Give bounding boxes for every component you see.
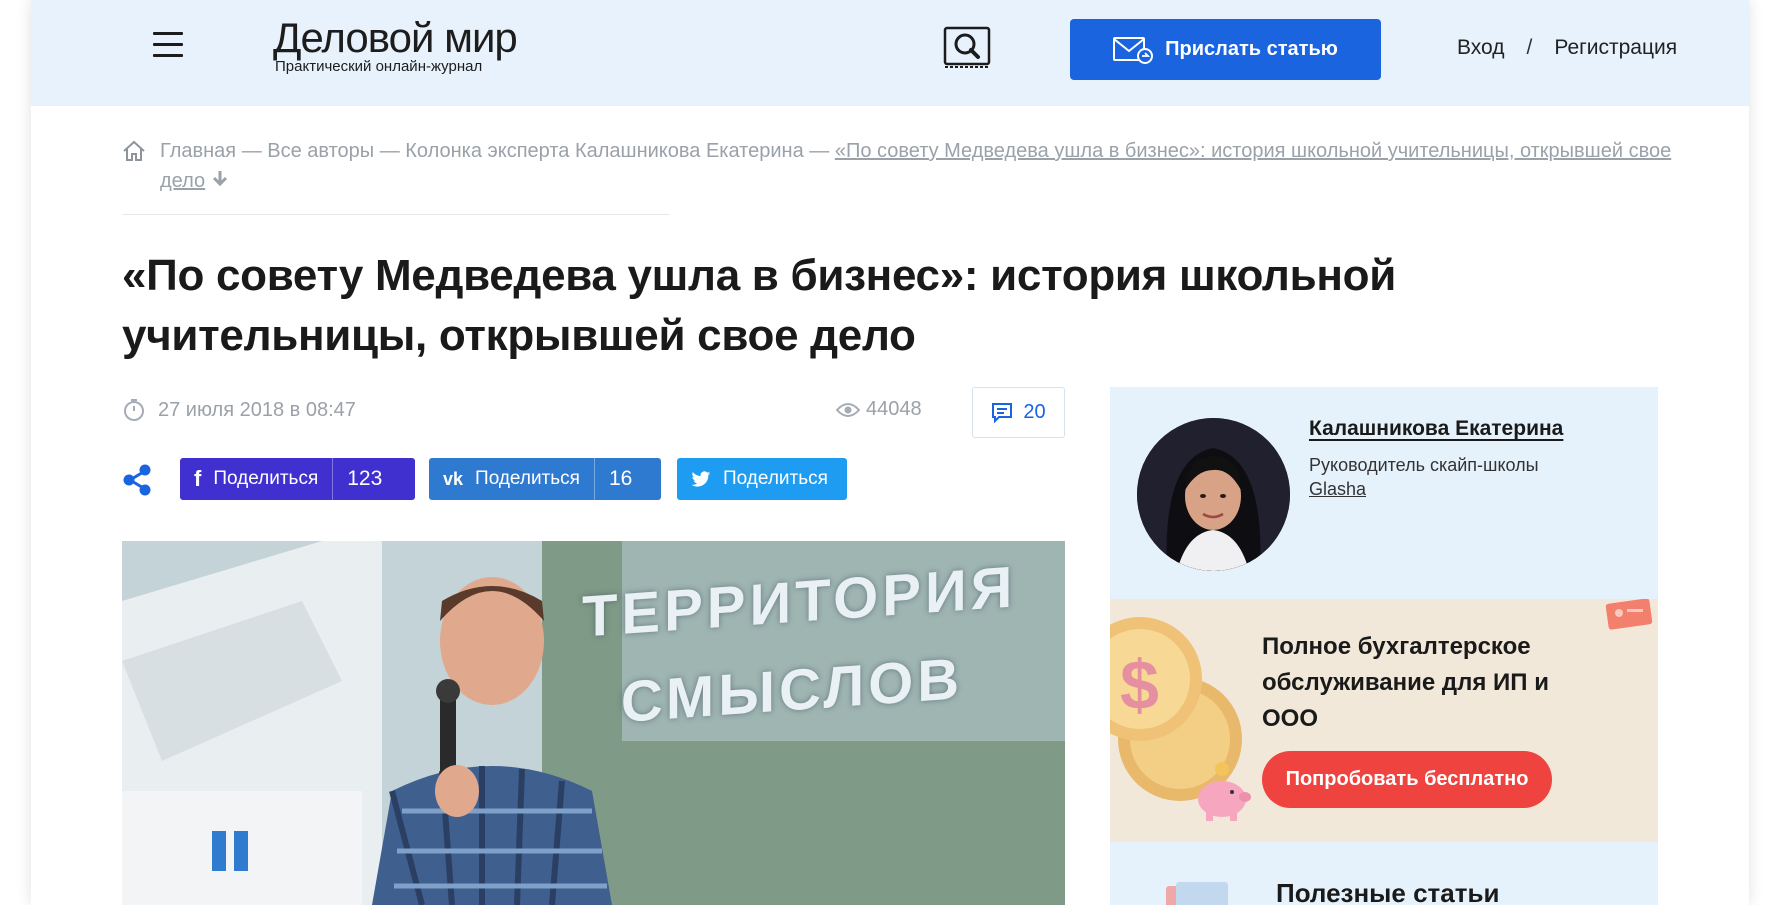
breadcrumb-authors[interactable]: Все авторы [267,140,374,162]
breadcrumb: Главная — Все авторы — Колонка эксперта … [122,136,1677,196]
share-vk-count: 16 [593,458,646,500]
twitter-icon [691,470,711,487]
share-twitter-label: Поделиться [723,468,828,489]
author-role-text: Руководитель скайп-школы [1309,455,1539,475]
try-free-button[interactable]: Попробовать бесплатно [1262,751,1552,808]
photo-banner-text: ТЕРРИТОРИЯ СМЫСЛОВ [582,554,1017,735]
send-article-label: Прислать статью [1165,38,1338,60]
site-header: Деловой мир Практический онлайн-журнал П… [31,0,1749,106]
logo-subtitle: Практический онлайн-журнал [275,58,483,75]
article-title: «По совету Медведева ушла в бизнес»: ист… [122,251,1396,360]
author-name[interactable]: Калашникова Екатерина [1309,417,1563,441]
promo-title: Полное бухгалтерское обслуживание для ИП… [1262,633,1549,732]
envelope-icon [1113,36,1154,64]
search-icon[interactable] [942,26,992,70]
svg-text:$: $ [1120,646,1159,724]
author-card: Калашникова Екатерина Руководитель скайп… [1110,387,1658,599]
site-logo[interactable]: Деловой мир Практический онлайн-журнал [273,14,518,76]
menu-icon[interactable] [153,32,183,62]
logo-name: Деловой мир [273,14,518,61]
breadcrumb-column[interactable]: Колонка эксперта Калашникова Екатерина [405,140,803,162]
send-article-button[interactable]: Прислать статью [1070,19,1381,80]
comments-button[interactable]: 20 [972,387,1065,438]
page: Деловой мир Практический онлайн-журнал П… [0,0,1786,905]
breadcrumb-separator: — [241,140,262,162]
share-vk-label: Поделиться [475,468,580,489]
comment-icon [992,402,1013,423]
share-vk-button[interactable]: vk Поделиться 16 [429,458,661,500]
breadcrumb-separator: — [809,140,830,162]
home-icon[interactable] [122,140,146,162]
author-role: Руководитель скайп-школы Glasha [1309,453,1539,501]
views-count: 44048 [866,398,922,420]
breadcrumb-home[interactable]: Главная [160,140,236,162]
article-date: 27 июля 2018 в 08:47 [122,398,356,422]
share-facebook-button[interactable]: f Поделиться 123 [180,458,415,500]
eye-icon [836,402,860,417]
stopwatch-icon [124,399,144,421]
promo-banner[interactable]: $ Полное бухгалтерское обслуживание для … [1110,599,1658,842]
avatar[interactable] [1137,418,1290,571]
vk-icon: vk [443,468,464,489]
facebook-icon: f [194,466,202,491]
author-company-link[interactable]: Glasha [1309,479,1366,499]
share-icon[interactable] [122,464,152,496]
share-twitter-button[interactable]: Поделиться [677,458,847,500]
useful-articles-block: Полезные статьи [1110,842,1658,905]
article-photo: ТЕРРИТОРИЯ СМЫСЛОВ [122,541,1065,905]
arrow-down-icon[interactable] [211,170,229,192]
comments-count: 20 [1023,401,1046,423]
share-facebook-label: Поделиться [213,468,319,489]
auth-separator: / [1526,36,1533,59]
piggy-bank-icon [1198,762,1251,821]
document-icon [1166,882,1228,905]
auth-links: Вход / Регистрация [1457,36,1677,60]
article-views: 44048 [836,398,922,421]
useful-articles-title: Полезные статьи [1276,878,1500,905]
breadcrumb-divider [122,214,670,215]
login-link[interactable]: Вход [1457,36,1505,60]
breadcrumb-separator: — [379,140,400,162]
card-icon [1605,599,1653,630]
date-text: 27 июля 2018 в 08:47 [158,398,356,421]
share-facebook-count: 123 [332,458,396,500]
register-link[interactable]: Регистрация [1554,36,1677,60]
